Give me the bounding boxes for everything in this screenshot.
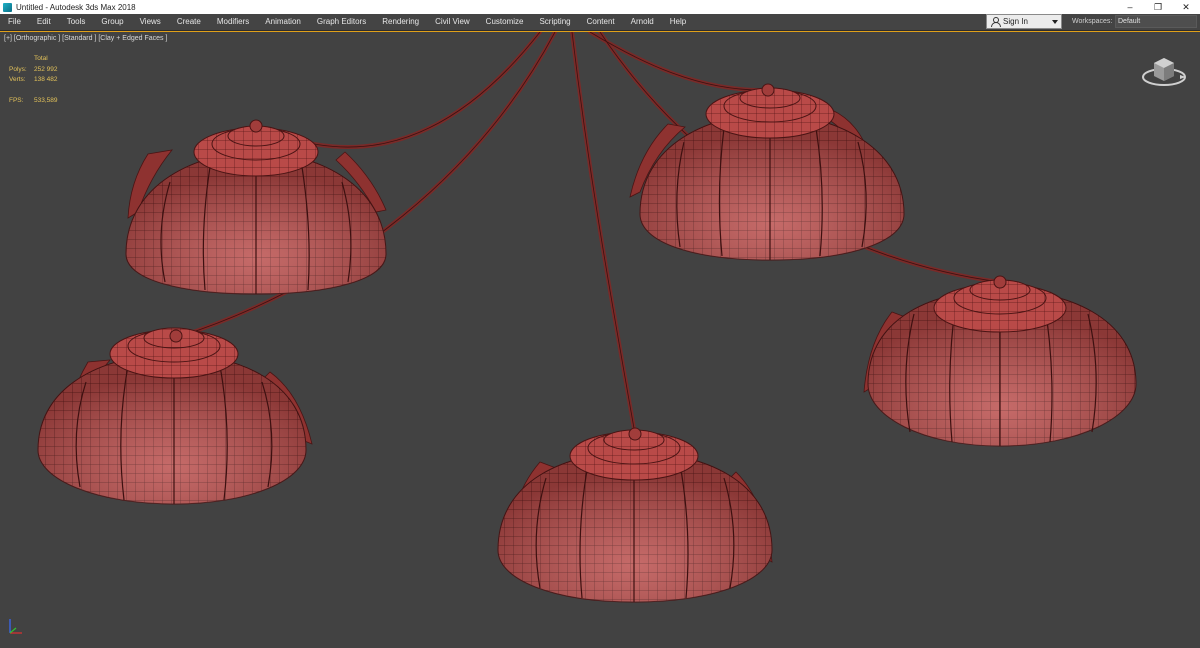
polys-label: Polys:: [9, 65, 27, 73]
menu-create[interactable]: Create: [169, 14, 209, 30]
sign-in-dropdown[interactable]: Sign In: [986, 14, 1062, 29]
fps-label: FPS:: [9, 96, 24, 104]
menu-content[interactable]: Content: [579, 14, 623, 30]
menu-arnold[interactable]: Arnold: [623, 14, 662, 30]
menu-help[interactable]: Help: [662, 14, 694, 30]
statistics-overlay: Total Polys: 252 992 Verts: 138 482 FPS:…: [9, 54, 58, 106]
scene-render: [37, 32, 1137, 603]
menu-civil-view[interactable]: Civil View: [427, 14, 478, 30]
workspaces-label: Workspaces:: [1072, 18, 1113, 25]
lamp-shade-middle-left: [37, 327, 313, 505]
menu-rendering[interactable]: Rendering: [374, 14, 427, 30]
workspaces-select[interactable]: Default: [1115, 15, 1197, 28]
menu-tools[interactable]: Tools: [59, 14, 94, 30]
menu-customize[interactable]: Customize: [478, 14, 532, 30]
axis-tripod-icon: [9, 619, 22, 634]
menu-animation[interactable]: Animation: [257, 14, 309, 30]
menu-edit[interactable]: Edit: [29, 14, 59, 30]
menu-graph-editors[interactable]: Graph Editors: [309, 14, 374, 30]
verts-label: Verts:: [9, 76, 26, 83]
close-button[interactable]: ✕: [1172, 0, 1200, 14]
lamp-shade-bottom-center: [497, 427, 773, 603]
menu-modifiers[interactable]: Modifiers: [209, 14, 257, 30]
title-bar: Untitled - Autodesk 3ds Max 2018 – ❐ ✕: [0, 0, 1200, 14]
polys-value: 252 992: [34, 65, 58, 73]
sign-in-label: Sign In: [1003, 17, 1028, 26]
verts-value: 138 482: [34, 76, 58, 83]
viewcube-icon[interactable]: [1140, 49, 1188, 89]
menu-file[interactable]: File: [0, 14, 29, 30]
minimize-button[interactable]: –: [1116, 0, 1144, 14]
restore-button[interactable]: ❐: [1144, 0, 1172, 14]
menu-group[interactable]: Group: [93, 14, 131, 30]
menu-scripting[interactable]: Scripting: [531, 14, 578, 30]
fps-value: 533,589: [34, 96, 58, 104]
window-title: Untitled - Autodesk 3ds Max 2018: [16, 2, 136, 12]
app-icon: [3, 2, 12, 12]
perspective-viewport[interactable]: [+] [Orthographic ] [Standard ] [Clay + …: [0, 31, 1200, 648]
viewport-label[interactable]: [+] [Orthographic ] [Standard ] [Clay + …: [4, 35, 167, 42]
lamp-shade-top-right: [629, 83, 905, 261]
stats-total-header: Total: [34, 55, 48, 62]
chevron-down-icon: [1052, 19, 1058, 24]
menu-views[interactable]: Views: [132, 14, 169, 30]
lamp-shade-right: [863, 275, 1137, 447]
user-icon: [990, 16, 1001, 27]
